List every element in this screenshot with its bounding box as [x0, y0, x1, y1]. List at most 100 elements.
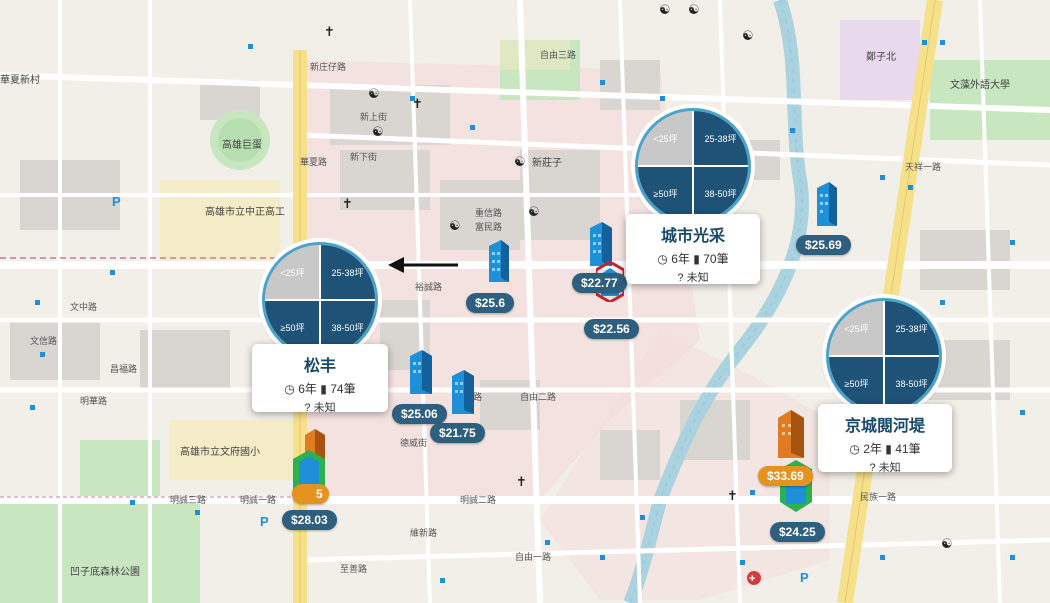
- building-name: 京城閱河堤: [844, 418, 925, 435]
- pie-segment-over-50: ≥50坪: [829, 356, 884, 411]
- price-pill-orange[interactable]: 5: [292, 484, 329, 504]
- price-pill[interactable]: $25.6: [466, 293, 515, 313]
- street-label: 民族一路: [860, 491, 896, 503]
- pie-segment-under-25: <25坪: [265, 245, 320, 300]
- building-marker-icon[interactable]: [487, 238, 511, 288]
- church-icon: ✝: [412, 97, 423, 112]
- question-icon: ?: [677, 272, 684, 284]
- school-label-n: 高雄市立中正高工: [205, 205, 285, 218]
- street-label: 華夏路: [300, 156, 327, 168]
- street-label: 文中路: [70, 301, 97, 313]
- building-status: 未知: [878, 462, 901, 474]
- building-marker-icon[interactable]: [408, 348, 434, 400]
- parking-icon: P: [800, 570, 809, 585]
- street-label: 新庄仔路: [310, 61, 346, 73]
- street-label: 富民路: [475, 221, 502, 233]
- building-age: 6年: [671, 252, 690, 266]
- transaction-count: 74筆: [330, 382, 356, 396]
- area-label-nw: 華夏新村: [0, 73, 40, 86]
- pie-segment-25-38: 25-38坪: [320, 245, 375, 300]
- pie-segment-under-25: <25坪: [638, 111, 693, 166]
- price-pill[interactable]: $21.75: [430, 423, 485, 443]
- street-label: 維新路: [410, 527, 437, 539]
- size-distribution-pie[interactable]: <25坪 25-38坪 ≥50坪 38-50坪: [635, 108, 751, 224]
- temple-icon: ☯: [449, 219, 461, 234]
- street-label: 天祥一路: [905, 161, 941, 173]
- transaction-count: 70筆: [703, 252, 729, 266]
- street-label: 裕誠路: [415, 281, 442, 293]
- building-marker-orange-icon[interactable]: [776, 408, 806, 464]
- question-icon: ?: [304, 402, 311, 414]
- building-icon: ▮: [693, 252, 700, 266]
- univ-label: 文藻外語大學: [950, 78, 1010, 91]
- church-icon: ✝: [516, 475, 527, 490]
- temple-icon: ☯: [941, 537, 953, 552]
- street-label: 明誠三路: [170, 494, 206, 506]
- street-label: 文信路: [30, 335, 57, 347]
- temple-icon: ☯: [742, 29, 754, 44]
- park-label-hz: 高雄巨蛋: [222, 138, 262, 151]
- parking-icon: P: [260, 514, 269, 529]
- temple-icon: ☯: [372, 125, 384, 140]
- street-label: 昌福路: [110, 363, 137, 375]
- question-icon: ?: [869, 462, 876, 474]
- svg-text:+: +: [749, 573, 755, 585]
- pie-segment-under-25: <25坪: [829, 301, 884, 356]
- church-icon: ✝: [324, 25, 335, 40]
- direction-arrow-icon: [388, 257, 458, 273]
- parking-icon: P: [112, 194, 121, 209]
- building-age: 6年: [298, 382, 317, 396]
- pie-segment-25-38: 25-38坪: [693, 111, 748, 166]
- building-name: 城市光采: [660, 228, 725, 245]
- size-distribution-pie[interactable]: <25坪 25-38坪 ≥50坪 38-50坪: [262, 242, 378, 358]
- street-label: 新上街: [360, 111, 387, 123]
- street-label: 新下街: [350, 151, 377, 163]
- price-pill[interactable]: $22.77: [572, 273, 627, 293]
- temple-icon: ☯: [368, 87, 380, 102]
- price-pill[interactable]: $25.06: [392, 404, 447, 424]
- school-label-sw: 高雄市立文府國小: [180, 445, 260, 458]
- building-info-card[interactable]: 城市光采 ◷ 6年 ▮ 70筆 ? 未知: [626, 214, 760, 284]
- church-icon: ✝: [342, 197, 353, 212]
- temple-icon: ☯: [528, 205, 540, 220]
- pie-segment-25-38: 25-38坪: [884, 301, 939, 356]
- building-icon: ▮: [320, 382, 327, 396]
- clock-icon: ◷: [657, 252, 668, 266]
- building-icon: ▮: [885, 442, 892, 456]
- building-status: 未知: [313, 402, 336, 414]
- street-label: 至善路: [340, 563, 367, 575]
- area-label-ne: 鄭子北: [866, 50, 896, 63]
- temple-icon: ☯: [659, 3, 671, 18]
- pie-segment-38-50: 38-50坪: [693, 166, 748, 221]
- price-pill-orange[interactable]: $33.69: [758, 466, 813, 486]
- church-icon: ✝: [727, 489, 738, 504]
- street-label: 自由一路: [515, 551, 551, 563]
- transaction-count: 41筆: [895, 442, 921, 456]
- street-label: 明誠一路: [240, 494, 276, 506]
- building-marker-icon[interactable]: [450, 368, 476, 420]
- building-name: 松丰: [303, 358, 336, 375]
- street-label: 明誠二路: [460, 494, 496, 506]
- building-marker-icon[interactable]: [815, 180, 839, 232]
- price-pill[interactable]: $28.03: [282, 510, 337, 530]
- park-label-s: 凹子底森林公園: [70, 565, 140, 578]
- street-label: 明華路: [80, 395, 107, 407]
- street-label: 重信路: [475, 207, 502, 219]
- temple-icon: ☯: [688, 3, 700, 18]
- clock-icon: ◷: [849, 442, 860, 456]
- building-age: 2年: [863, 442, 882, 456]
- size-distribution-pie[interactable]: <25坪 25-38坪 ≥50坪 38-50坪: [826, 298, 942, 414]
- price-pill[interactable]: $25.69: [796, 235, 851, 255]
- clock-icon: ◷: [284, 382, 295, 396]
- pie-segment-over-50: ≥50坪: [638, 166, 693, 221]
- street-label: 自由二路: [520, 391, 556, 403]
- price-pill[interactable]: $22.56: [584, 319, 639, 339]
- building-info-card[interactable]: 京城閱河堤 ◷ 2年 ▮ 41筆 ? 未知: [818, 404, 952, 474]
- street-label: 德威街: [400, 437, 427, 449]
- building-status: 未知: [686, 272, 709, 284]
- area-label-xinzhuangzi: 新莊子: [532, 156, 562, 169]
- pie-segment-38-50: 38-50坪: [884, 356, 939, 411]
- building-info-card[interactable]: 松丰 ◷ 6年 ▮ 74筆 ? 未知: [252, 344, 388, 414]
- street-label: 自由三路: [540, 49, 576, 61]
- price-pill[interactable]: $24.25: [770, 522, 825, 542]
